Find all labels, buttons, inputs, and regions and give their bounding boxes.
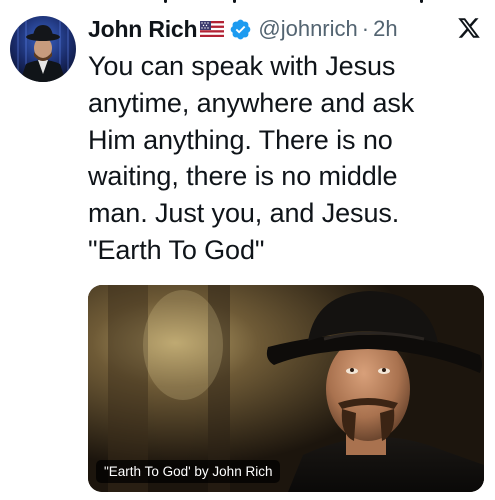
separator-dot: · bbox=[361, 16, 370, 41]
x-logo-icon bbox=[457, 16, 481, 40]
tweet-text: You can speak with Jesus anytime, anywhe… bbox=[88, 51, 415, 265]
verified-badge-icon[interactable] bbox=[229, 18, 252, 41]
avatar-image bbox=[10, 16, 76, 82]
video-caption: "Earth To God' by John Rich bbox=[96, 460, 281, 483]
tweet-header: John Rich @johnrich · 2h bbox=[88, 12, 485, 46]
avatar[interactable] bbox=[10, 16, 76, 82]
author-name[interactable]: John Rich bbox=[88, 16, 198, 43]
us-flag-icon bbox=[200, 21, 225, 37]
timestamp[interactable]: 2h bbox=[373, 16, 397, 42]
author-handle[interactable]: @johnrich bbox=[258, 16, 357, 42]
tweet-media-video[interactable]: "Earth To God' by John Rich bbox=[88, 285, 484, 492]
previous-tweet-edge bbox=[0, 0, 495, 4]
